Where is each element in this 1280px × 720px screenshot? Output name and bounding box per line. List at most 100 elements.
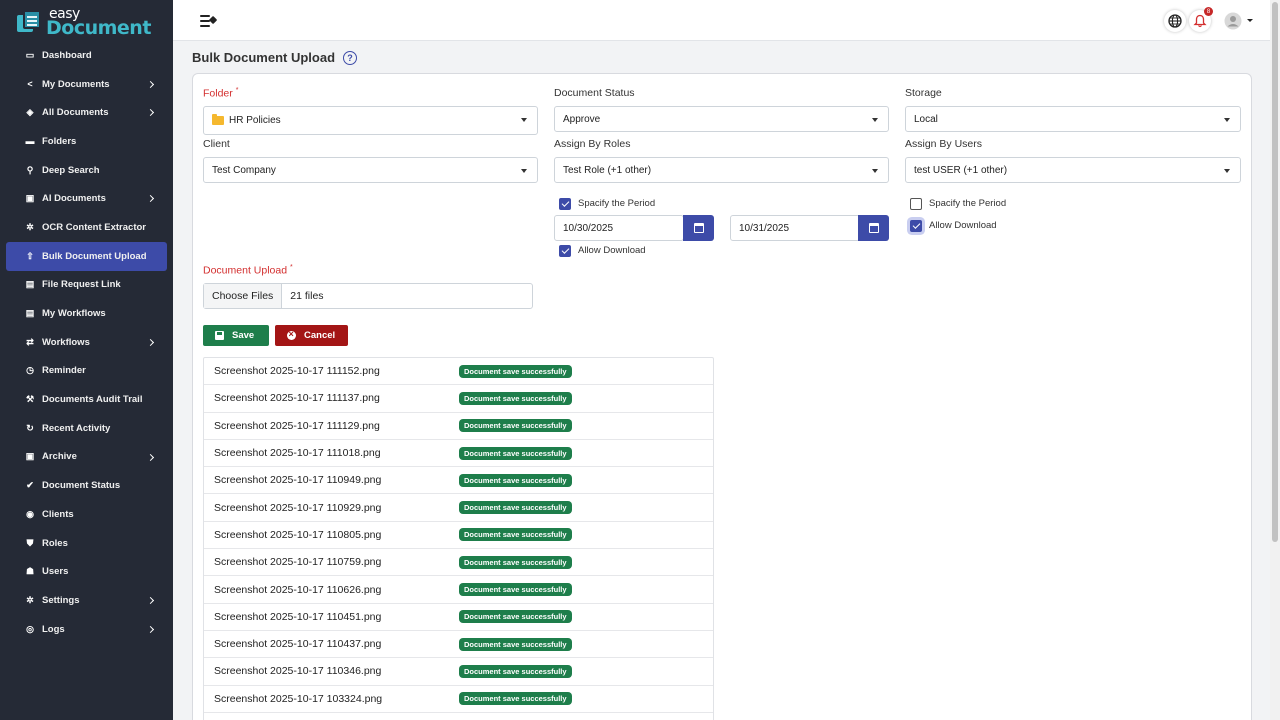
sidebar-item-label: OCR Content Extractor <box>42 221 146 233</box>
status-badge: Document save successfully <box>459 473 572 487</box>
users-specify-period-checkbox[interactable] <box>910 198 922 210</box>
sidebar-item-label: File Request Link <box>42 279 121 291</box>
start-date-input[interactable]: 10/30/2025 <box>554 215 684 241</box>
sidebar-item-roles[interactable]: ⛊ Roles <box>6 529 167 558</box>
folder-label: Folder * <box>203 87 239 100</box>
folder-select[interactable]: HR Policies <box>203 106 538 135</box>
end-date-calendar-button[interactable] <box>858 215 889 241</box>
table-row: Screenshot 2025-10-17 110929.png Document… <box>204 494 713 522</box>
save-button[interactable]: Save <box>203 325 269 346</box>
upload-icon: ⇧ <box>26 250 34 261</box>
close-circle-icon <box>287 329 296 340</box>
monitor-icon: ▭ <box>25 49 35 60</box>
sidebar-item-ai-documents[interactable]: ▣ AI Documents <box>6 184 167 213</box>
refresh-icon: ↻ <box>26 422 34 433</box>
scrollbar-thumb[interactable] <box>1272 2 1278 542</box>
sidebar-item-settings[interactable]: ✲ Settings <box>6 586 167 615</box>
client-select[interactable]: Test Company <box>203 157 538 183</box>
eye-icon: ◎ <box>26 623 34 634</box>
assign-by-roles-select[interactable]: Test Role (+1 other) <box>554 157 889 183</box>
sidebar-item-ocr-content-extractor[interactable]: ✲ OCR Content Extractor <box>6 213 167 242</box>
document-upload-label: Document Upload * <box>203 264 293 277</box>
logo-icon <box>17 9 43 32</box>
file-name: Screenshot 2025-10-17 110451.png <box>214 610 382 623</box>
table-row: Screenshot 2025-10-17 110437.png Document… <box>204 631 713 659</box>
sidebar-item-folders[interactable]: ▬ Folders <box>6 127 167 156</box>
sidebar-item-workflows[interactable]: ⇄ Workflows <box>6 328 167 357</box>
folder-icon: ▬ <box>25 136 35 147</box>
calendar-icon <box>693 223 704 233</box>
menu-toggle-icon[interactable] <box>200 15 218 27</box>
assign-by-users-value: test USER (+1 other) <box>914 164 1008 176</box>
roles-allow-download-label: Allow Download <box>578 245 646 256</box>
sidebar-item-label: Logs <box>42 623 65 635</box>
chevron-right-icon <box>146 338 155 346</box>
assign-by-roles-value: Test Role (+1 other) <box>563 164 652 176</box>
sidebar-item-bulk-document-upload[interactable]: ⇧ Bulk Document Upload <box>6 241 167 271</box>
sidebar-item-reminder[interactable]: ◷ Reminder <box>6 357 167 386</box>
document-status-select[interactable]: Approve <box>554 106 889 132</box>
sidebar-item-label: Document Status <box>42 480 121 492</box>
sidebar-item-documents-audit-trail[interactable]: ⚒ Documents Audit Trail <box>6 385 167 414</box>
sidebar-item-my-workflows[interactable]: ▤ My Workflows <box>6 299 167 328</box>
sidebar-item-label: Settings <box>42 594 80 606</box>
sidebar-item-my-documents[interactable]: < My Documents <box>6 70 167 99</box>
choose-files-button[interactable]: Choose Files <box>204 284 283 308</box>
user-menu-chevron-icon[interactable] <box>1247 19 1253 22</box>
page-title: Bulk Document Upload ? <box>192 50 358 65</box>
sidebar-item-label: Roles <box>42 537 68 549</box>
app-logo[interactable]: easy Document <box>0 0 173 41</box>
users-allow-download-label: Allow Download <box>929 220 997 231</box>
users-allow-download-checkbox[interactable] <box>910 220 922 232</box>
folder-icon <box>212 114 224 125</box>
notification-bell-icon[interactable]: 8 <box>1189 7 1213 32</box>
users-icon: ☗ <box>25 566 35 577</box>
sidebar-item-file-request-link[interactable]: ▤ File Request Link <box>6 271 167 300</box>
gear-icon: ✲ <box>26 221 34 232</box>
top-bar: 8 <box>173 0 1270 41</box>
user-search-icon: ⚲ <box>26 164 34 175</box>
sidebar-item-logs[interactable]: ◎ Logs <box>6 615 167 644</box>
sidebar-item-label: Documents Audit Trail <box>42 394 143 406</box>
roles-allow-download-checkbox[interactable] <box>559 245 571 257</box>
file-name: Screenshot 2025-10-17 110626.png <box>214 583 382 596</box>
assign-by-users-select[interactable]: test USER (+1 other) <box>905 157 1241 183</box>
cancel-button[interactable]: Cancel <box>275 325 348 346</box>
file-name: Screenshot 2025-10-17 111129.png <box>214 419 380 432</box>
users-specify-period-label: Spacify the Period <box>929 198 1007 209</box>
start-date-calendar-button[interactable] <box>683 215 714 241</box>
sidebar-item-document-status[interactable]: ✔ Document Status <box>6 471 167 500</box>
layers-icon: ◈ <box>26 107 34 118</box>
status-badge: Document save successfully <box>459 501 572 515</box>
status-badge: Document save successfully <box>459 692 572 706</box>
storage-select[interactable]: Local <box>905 106 1241 132</box>
file-name: Screenshot 2025-10-17 110929.png <box>214 501 382 514</box>
table-row: Screenshot 2025-10-17 111137.png Document… <box>204 385 713 413</box>
chevron-right-icon <box>146 109 155 117</box>
sidebar-item-recent-activity[interactable]: ↻ Recent Activity <box>6 414 167 443</box>
chevron-right-icon <box>146 597 155 605</box>
save-button-label: Save <box>232 330 255 341</box>
user-avatar-icon[interactable] <box>1222 10 1244 32</box>
end-date-input[interactable]: 10/31/2025 <box>730 215 860 241</box>
file-upload-input[interactable]: Choose Files 21 files <box>203 283 533 309</box>
sidebar-item-all-documents[interactable]: ◈ All Documents <box>6 98 167 127</box>
help-icon[interactable]: ? <box>343 50 358 65</box>
sidebar-item-clients[interactable]: ◉ Clients <box>6 500 167 529</box>
status-badge: Document save successfully <box>459 555 572 569</box>
table-row: Screenshot 2025-10-17 110451.png Document… <box>204 604 713 631</box>
page-scrollbar[interactable] <box>1270 0 1280 720</box>
file-name: Screenshot 2025-10-17 110346.png <box>214 665 382 678</box>
roles-specify-period-label: Spacify the Period <box>578 198 656 209</box>
sidebar-item-users[interactable]: ☗ Users <box>6 557 167 586</box>
repeat-icon: ⇄ <box>26 336 34 347</box>
chevron-right-icon <box>146 625 155 633</box>
files-count: 21 files <box>290 290 324 302</box>
sidebar-item-dashboard[interactable]: ▭ Dashboard <box>6 41 167 70</box>
logo-text-big: Document <box>46 16 151 39</box>
share-icon: < <box>27 79 33 90</box>
roles-specify-period-checkbox[interactable] <box>559 198 571 210</box>
sidebar-item-deep-search[interactable]: ⚲ Deep Search <box>6 156 167 185</box>
language-globe-icon[interactable] <box>1164 10 1186 32</box>
sidebar-item-archive[interactable]: ▣ Archive <box>6 443 167 472</box>
